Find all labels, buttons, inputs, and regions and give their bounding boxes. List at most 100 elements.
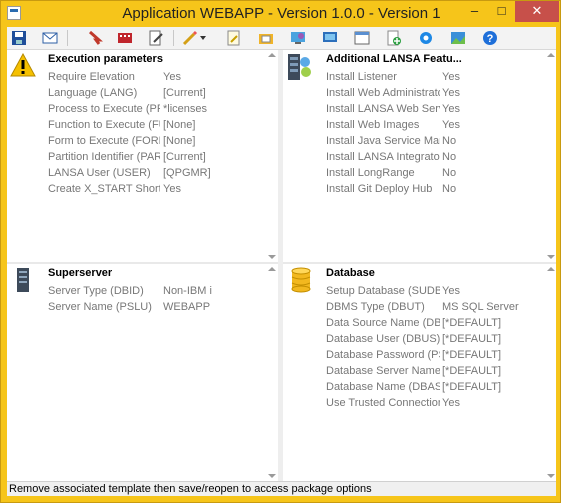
property-row[interactable]: Server Type (DBID) Non-IBM i bbox=[48, 283, 243, 299]
property-row[interactable]: Server Name (PSLU) WEBAPP bbox=[48, 299, 243, 315]
close-button[interactable]: ✕ bbox=[515, 1, 559, 22]
property-row[interactable]: Setup Database (SUDB) Yes bbox=[326, 283, 522, 299]
superserver-scrollbar[interactable] bbox=[267, 264, 277, 481]
property-row[interactable]: Use Trusted Connection (DB...Yes bbox=[326, 395, 522, 411]
scroll-up-arrow-icon[interactable] bbox=[268, 53, 276, 57]
property-value[interactable]: Yes bbox=[442, 69, 460, 85]
execution-scrollbar[interactable] bbox=[267, 50, 277, 262]
property-label: Install Listener bbox=[326, 71, 397, 83]
property-value[interactable]: [*DEFAULT] bbox=[442, 331, 501, 347]
property-row[interactable]: Install Java Service ManagerNo bbox=[326, 133, 522, 149]
property-value[interactable]: WEBAPP bbox=[163, 299, 210, 315]
title-bar[interactable]: Application WEBAPP - Version 1.0.0 - Ver… bbox=[1, 1, 561, 27]
property-row[interactable]: Install LANSA Web Server E...Yes bbox=[326, 101, 522, 117]
property-value[interactable]: Yes bbox=[163, 181, 181, 197]
property-row[interactable]: Create X_START ShortcutsYes bbox=[48, 181, 243, 197]
features-scrollbar[interactable] bbox=[546, 50, 556, 262]
property-value[interactable]: Yes bbox=[442, 85, 460, 101]
property-label: Install LANSA Web Server E... bbox=[326, 103, 440, 115]
property-label: Install Web Images bbox=[326, 119, 420, 131]
server-icon bbox=[17, 268, 29, 292]
property-row[interactable]: Data Source Name (DBII) [*DEFAULT] bbox=[326, 315, 522, 331]
property-value[interactable]: [None] bbox=[163, 117, 195, 133]
property-value[interactable]: *licenses bbox=[163, 101, 207, 117]
property-value[interactable]: [QPGMR] bbox=[163, 165, 211, 181]
property-row[interactable]: Database User (DBUS) [*DEFAULT] bbox=[326, 331, 522, 347]
folder-icon[interactable] bbox=[258, 30, 274, 46]
property-row[interactable]: DBMS Type (DBUT) MS SQL Server bbox=[326, 299, 522, 315]
bookmark-icon[interactable] bbox=[87, 30, 103, 46]
property-value[interactable]: Yes bbox=[442, 117, 460, 133]
document-edit-icon[interactable] bbox=[148, 30, 164, 46]
property-row[interactable]: Install Web Administrator Yes bbox=[326, 85, 522, 101]
property-row[interactable]: Database Server Name (DB...[*DEFAULT] bbox=[326, 363, 522, 379]
property-value[interactable]: No bbox=[442, 149, 456, 165]
gear-icon[interactable] bbox=[418, 30, 434, 46]
globe-icon[interactable] bbox=[290, 30, 306, 46]
window-icon[interactable] bbox=[354, 30, 370, 46]
property-row[interactable]: Database Name (DBAS) [*DEFAULT] bbox=[326, 379, 522, 395]
image-icon[interactable] bbox=[450, 30, 466, 46]
scroll-down-arrow-icon[interactable] bbox=[547, 474, 555, 478]
property-value[interactable]: Yes bbox=[163, 69, 181, 85]
minimize-button[interactable]: – bbox=[461, 1, 488, 22]
property-row[interactable]: Require Elevation Yes bbox=[48, 69, 243, 85]
save-icon[interactable] bbox=[11, 30, 27, 46]
property-row[interactable]: Form to Execute (FORM) [None] bbox=[48, 133, 243, 149]
property-label: Install Java Service Manager bbox=[326, 135, 440, 147]
page-icon[interactable] bbox=[226, 30, 242, 46]
warning-icon bbox=[10, 53, 36, 77]
scroll-down-arrow-icon[interactable] bbox=[547, 255, 555, 259]
superserver-title: Superserver bbox=[48, 267, 113, 279]
property-row[interactable]: LANSA User (USER) [QPGMR] bbox=[48, 165, 243, 181]
property-label: Setup Database (SUDB) bbox=[326, 285, 440, 297]
property-label: Install Web Administrator bbox=[326, 87, 440, 99]
property-value[interactable]: [None] bbox=[163, 133, 195, 149]
property-row[interactable]: Install Web Images Yes bbox=[326, 117, 522, 133]
add-icon[interactable] bbox=[386, 30, 402, 46]
property-value[interactable]: [*DEFAULT] bbox=[442, 363, 501, 379]
property-value[interactable]: Non-IBM i bbox=[163, 283, 212, 299]
property-label: Use Trusted Connection (DB... bbox=[326, 397, 440, 409]
property-value[interactable]: [Current] bbox=[163, 85, 206, 101]
property-label: Process to Execute (PROC) bbox=[48, 103, 160, 115]
property-row[interactable]: Process to Execute (PROC)*licenses bbox=[48, 101, 243, 117]
database-scrollbar[interactable] bbox=[546, 264, 556, 481]
property-value[interactable]: [*DEFAULT] bbox=[442, 347, 501, 363]
monitor-icon[interactable] bbox=[322, 30, 338, 46]
property-row[interactable]: Install Git Deploy Hub No bbox=[326, 181, 522, 197]
scroll-up-arrow-icon[interactable] bbox=[547, 53, 555, 57]
email-icon[interactable] bbox=[42, 30, 58, 46]
help-icon[interactable]: ? bbox=[482, 30, 498, 46]
scroll-up-arrow-icon[interactable] bbox=[268, 267, 276, 271]
film-icon[interactable] bbox=[117, 30, 133, 46]
property-value[interactable]: No bbox=[442, 181, 456, 197]
property-row[interactable]: Install Listener Yes bbox=[326, 69, 522, 85]
scroll-down-arrow-icon[interactable] bbox=[268, 474, 276, 478]
property-row[interactable]: Function to Execute (FUNC)[None] bbox=[48, 117, 243, 133]
property-row[interactable]: Install LANSA Integrator Stu...No bbox=[326, 149, 522, 165]
property-label: Database Password (PSWD) bbox=[326, 349, 440, 361]
property-row[interactable]: Language (LANG) [Current] bbox=[48, 85, 243, 101]
property-row[interactable]: Partition Identifier (PART) [Current] bbox=[48, 149, 243, 165]
pencil-icon[interactable] bbox=[182, 30, 198, 46]
scroll-down-arrow-icon[interactable] bbox=[268, 255, 276, 259]
property-value[interactable]: Yes bbox=[442, 101, 460, 117]
property-label: Server Type (DBID) bbox=[48, 285, 144, 297]
property-value[interactable]: [*DEFAULT] bbox=[442, 315, 501, 331]
property-label: Require Elevation bbox=[48, 71, 135, 83]
toolbar: ? bbox=[7, 27, 556, 50]
maximize-button[interactable]: □ bbox=[488, 1, 515, 22]
superserver-panel: Superserver Server Type (DBID) Non-IBM iS… bbox=[7, 264, 278, 481]
dropdown-arrow-icon[interactable] bbox=[200, 36, 206, 40]
property-value[interactable]: No bbox=[442, 133, 456, 149]
property-value[interactable]: Yes bbox=[442, 283, 460, 299]
property-row[interactable]: Install LongRange No bbox=[326, 165, 522, 181]
property-value[interactable]: No bbox=[442, 165, 456, 181]
property-row[interactable]: Database Password (PSWD)[*DEFAULT] bbox=[326, 347, 522, 363]
property-value[interactable]: [Current] bbox=[163, 149, 206, 165]
property-value[interactable]: [*DEFAULT] bbox=[442, 379, 501, 395]
scroll-up-arrow-icon[interactable] bbox=[547, 267, 555, 271]
property-value[interactable]: Yes bbox=[442, 395, 460, 411]
property-value[interactable]: MS SQL Server bbox=[442, 299, 519, 315]
